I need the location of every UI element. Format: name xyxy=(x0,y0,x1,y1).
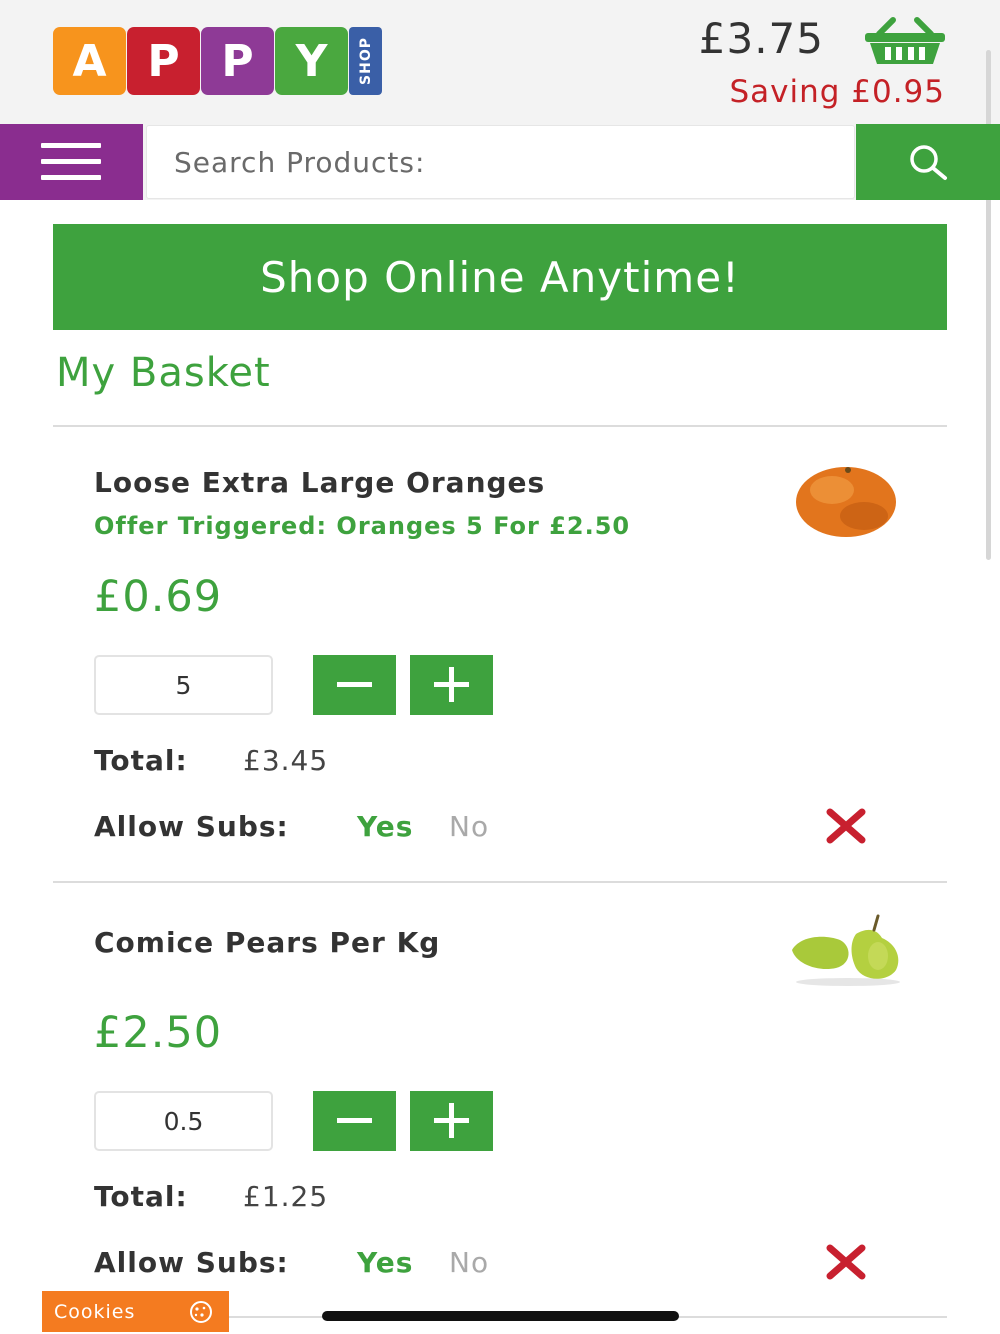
subs-yes-option[interactable]: Yes xyxy=(357,810,413,843)
logo-letter: P xyxy=(127,27,200,95)
appy-shop-logo[interactable]: A P P Y SHOP xyxy=(53,27,382,95)
hamburger-menu-icon-line xyxy=(41,159,101,164)
allow-subs-label: Allow Subs: xyxy=(94,1246,289,1279)
search-bar xyxy=(0,124,1000,200)
basket-total[interactable]: £3.75 xyxy=(699,14,824,63)
logo-letter: Y xyxy=(275,27,348,95)
page-title: My Basket xyxy=(56,350,271,396)
subs-yes-option[interactable]: Yes xyxy=(357,1246,413,1279)
increase-quantity-button[interactable] xyxy=(410,655,493,715)
quantity-input[interactable] xyxy=(94,655,273,715)
unit-price: £0.69 xyxy=(94,572,223,622)
promo-banner[interactable]: Shop Online Anytime! xyxy=(53,224,947,330)
saving-amount: Saving £0.95 xyxy=(729,74,945,110)
logo-shop-text: SHOP xyxy=(357,37,374,85)
logo-letter: P xyxy=(201,27,274,95)
line-total: £3.45 xyxy=(243,744,329,777)
hamburger-menu-icon-line xyxy=(41,175,101,180)
cookie-icon[interactable] xyxy=(186,1300,216,1324)
logo-shop-tag: SHOP xyxy=(349,27,382,95)
divider xyxy=(53,425,947,427)
site-header: A P P Y SHOP £3.75 Saving £0.95 xyxy=(0,0,1000,124)
home-indicator[interactable] xyxy=(322,1311,679,1321)
logo-letter: A xyxy=(53,27,126,95)
basket-item: Loose Extra Large Oranges Offer Triggere… xyxy=(0,430,1000,870)
plus-icon-vertical xyxy=(449,667,454,702)
subs-no-option[interactable]: No xyxy=(449,810,489,843)
product-name[interactable]: Loose Extra Large Oranges xyxy=(94,466,545,499)
unit-price: £2.50 xyxy=(94,1008,223,1058)
plus-icon-vertical xyxy=(449,1103,454,1138)
search-button[interactable] xyxy=(856,124,1000,200)
shopping-basket-icon[interactable] xyxy=(863,16,947,66)
cookies-label: Cookies xyxy=(54,1300,136,1323)
minus-icon xyxy=(337,682,372,687)
increase-quantity-button[interactable] xyxy=(410,1091,493,1151)
quantity-input[interactable] xyxy=(94,1091,273,1151)
product-name[interactable]: Comice Pears Per Kg xyxy=(94,926,440,959)
pears-image[interactable] xyxy=(786,906,906,986)
total-label: Total: xyxy=(94,1180,188,1213)
offer-triggered-text: Offer Triggered: Oranges 5 For £2.50 xyxy=(94,512,631,540)
basket-page: A P P Y SHOP £3.75 Saving £0.95 Search P… xyxy=(0,0,1000,1334)
line-total: £1.25 xyxy=(243,1180,329,1213)
menu-button[interactable] xyxy=(0,124,143,200)
divider xyxy=(53,881,947,883)
remove-item-icon[interactable] xyxy=(823,808,869,844)
decrease-quantity-button[interactable] xyxy=(313,1091,396,1151)
basket-item: Comice Pears Per Kg £2.50 Total: £1.25 A… xyxy=(0,886,1000,1326)
search-icon xyxy=(910,145,947,180)
subs-no-option[interactable]: No xyxy=(449,1246,489,1279)
hamburger-menu-icon xyxy=(41,143,101,148)
minus-icon xyxy=(337,1118,372,1123)
orange-image[interactable] xyxy=(786,460,906,540)
total-label: Total: xyxy=(94,744,188,777)
allow-subs-label: Allow Subs: xyxy=(94,810,289,843)
remove-item-icon[interactable] xyxy=(823,1244,869,1280)
decrease-quantity-button[interactable] xyxy=(313,655,396,715)
search-input[interactable] xyxy=(146,125,855,199)
